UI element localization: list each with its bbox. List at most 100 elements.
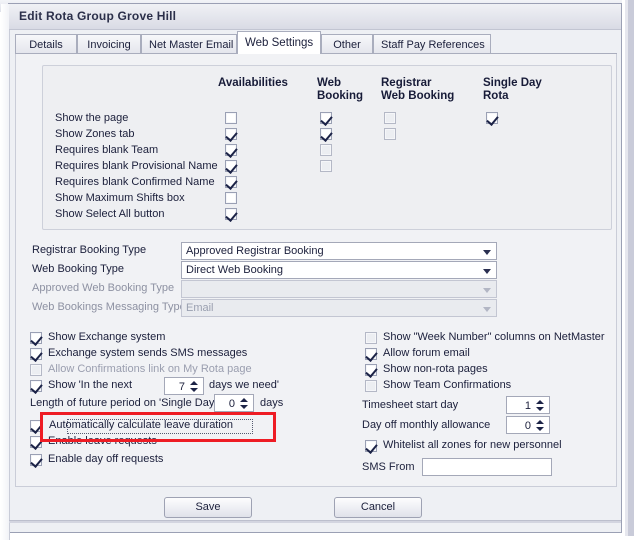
checkbox-enable-day-off-requests[interactable]: [30, 454, 42, 466]
grid-row-label-show-the-page: Show the page: [55, 112, 129, 124]
combo-web-bookings-messaging-type-value: Email: [186, 302, 214, 314]
spinner-day-off-monthly-allowance-value: 0: [524, 420, 531, 432]
spinner-in-the-next-days-value: 7: [178, 381, 185, 393]
save-button[interactable]: Save: [164, 497, 252, 518]
combo-registrar-booking-type[interactable]: Approved Registrar Booking: [181, 242, 497, 260]
spinner-down-icon[interactable]: [190, 388, 198, 392]
tab-other[interactable]: Other: [321, 34, 373, 54]
chevron-down-icon: [483, 307, 491, 312]
combo-web-booking-type-value: Direct Web Booking: [186, 264, 284, 276]
chevron-down-icon: [483, 250, 491, 255]
checkbox-show-team-confirmations[interactable]: [365, 380, 377, 392]
chevron-down-icon: [483, 288, 491, 293]
label-exchange-system-sends-sms-messages: Exchange system sends SMS messages: [48, 347, 248, 359]
spinner-in-the-next-days[interactable]: 7: [164, 377, 204, 395]
input-sms-from[interactable]: [422, 458, 552, 476]
checkbox-allow-forum-email[interactable]: [365, 348, 377, 360]
tab-strip: Details Invoicing Net Master Email Web S…: [15, 31, 617, 54]
checkbox-allow-confirmations-link[interactable]: [30, 364, 42, 376]
combo-web-bookings-messaging-type: Email: [181, 299, 497, 317]
chevron-down-icon: [483, 269, 491, 274]
spinner-future-period-days[interactable]: 0: [214, 394, 254, 412]
spinner-down-icon[interactable]: [536, 407, 544, 411]
label-timesheet-start-day: Timesheet start day: [362, 399, 459, 411]
combo-approved-web-booking-type: [181, 280, 497, 298]
checkbox-web-booking-requires-blank-team[interactable]: [320, 144, 332, 156]
tab-details[interactable]: Details: [15, 34, 77, 54]
tab-web-settings[interactable]: Web Settings: [237, 31, 321, 54]
column-header-availabilities: Availabilities: [218, 77, 288, 89]
label-enable-leave-requests: Enable leave requests: [48, 435, 157, 447]
label-show-team-confirmations: Show Team Confirmations: [383, 379, 512, 391]
label-length-of-future-period-suffix: days: [260, 397, 284, 409]
checkbox-show-in-the-next[interactable]: [30, 380, 42, 392]
dialog-title: Edit Rota Group Grove Hill: [19, 9, 177, 23]
checkbox-enable-leave-requests[interactable]: [30, 436, 42, 448]
spinner-day-off-monthly-allowance[interactable]: 0: [506, 416, 550, 434]
checkbox-web-booking-show-the-page[interactable]: [320, 112, 332, 124]
label-show-non-rota-pages: Show non-rota pages: [383, 363, 488, 375]
background-window-right-edge: [622, 0, 634, 536]
checkbox-availabilities-requires-blank-provisional-name[interactable]: [225, 160, 237, 172]
checkbox-whitelist-all-zones[interactable]: [365, 440, 377, 452]
combo-web-booking-type[interactable]: Direct Web Booking: [181, 261, 497, 279]
checkbox-availabilities-show-select-all-button[interactable]: [225, 208, 237, 220]
label-web-booking-type: Web Booking Type: [32, 263, 124, 275]
checkbox-availabilities-requires-blank-team[interactable]: [225, 144, 237, 156]
label-length-of-future-period-prefix: Length of future period on 'Single Day: [30, 397, 215, 409]
checkbox-registrar-web-booking-show-zones-tab[interactable]: [384, 128, 396, 140]
spinner-up-icon[interactable]: [536, 420, 544, 424]
label-show-exchange-system: Show Exchange system: [48, 331, 166, 343]
checkbox-automatically-calculate-leave-duration[interactable]: [30, 420, 42, 432]
dialog-footer: Save Cancel: [9, 487, 621, 533]
checkbox-web-booking-show-zones-tab[interactable]: [320, 128, 332, 140]
label-allow-forum-email: Allow forum email: [383, 347, 470, 359]
checkbox-availabilities-show-the-page[interactable]: [225, 112, 237, 124]
label-web-bookings-messaging-type: Web Bookings Messaging Type: [32, 301, 186, 313]
spinner-up-icon[interactable]: [536, 400, 544, 404]
spinner-future-period-days-value: 0: [228, 398, 235, 410]
checkbox-availabilities-show-zones-tab[interactable]: [225, 128, 237, 140]
label-sms-from: SMS From: [362, 461, 415, 473]
tab-staff-pay-references[interactable]: Staff Pay References: [373, 34, 491, 54]
focus-outline: [67, 419, 253, 434]
cancel-button[interactable]: Cancel: [334, 497, 422, 518]
spinner-down-icon[interactable]: [536, 427, 544, 431]
spinner-timesheet-start-day[interactable]: 1: [506, 396, 550, 414]
label-registrar-booking-type: Registrar Booking Type: [32, 244, 147, 256]
label-show-week-number-columns: Show "Week Number" columns on NetMaster: [383, 331, 605, 343]
label-approved-web-booking-type: Approved Web Booking Type: [32, 282, 175, 294]
column-header-web-booking: Web Booking: [317, 77, 363, 102]
tab-invoicing[interactable]: Invoicing: [77, 34, 141, 54]
checkbox-single-day-rota-show-the-page[interactable]: [486, 112, 498, 124]
column-header-single-day-rota: Single Day Rota: [483, 77, 542, 102]
checkbox-show-exchange-system[interactable]: [30, 332, 42, 344]
label-enable-day-off-requests: Enable day off requests: [48, 453, 164, 465]
page-visibility-grid: Availabilities Web Booking Registrar Web…: [42, 65, 612, 230]
footer-divider: [9, 520, 621, 523]
label-allow-confirmations-link: Allow Confirmations link on My Rota page: [48, 363, 252, 375]
label-show-in-the-next-suffix: days we need': [209, 379, 279, 391]
checkbox-registrar-web-booking-show-the-page[interactable]: [384, 112, 396, 124]
dialog-titlebar: Edit Rota Group Grove Hill: [9, 4, 621, 30]
tab-net-master-email[interactable]: Net Master Email: [141, 34, 237, 54]
checkbox-exchange-system-sends-sms-messages[interactable]: [30, 348, 42, 360]
web-settings-pane: Availabilities Web Booking Registrar Web…: [15, 54, 617, 487]
checkbox-availabilities-requires-blank-confirmed-name[interactable]: [225, 176, 237, 188]
grid-row-label-requires-blank-provisional-name: Requires blank Provisional Name: [55, 160, 218, 172]
spinner-up-icon[interactable]: [190, 381, 198, 385]
grid-row-label-requires-blank-confirmed-name: Requires blank Confirmed Name: [55, 176, 215, 188]
checkbox-web-booking-requires-blank-provisional-name[interactable]: [320, 160, 332, 172]
spinner-timesheet-start-day-value: 1: [524, 400, 531, 412]
checkbox-show-week-number-columns[interactable]: [365, 332, 377, 344]
spinner-down-icon[interactable]: [240, 405, 248, 409]
combo-registrar-booking-type-value: Approved Registrar Booking: [186, 245, 324, 257]
window-left-edge: [1, 4, 10, 540]
spinner-up-icon[interactable]: [240, 398, 248, 402]
grid-row-label-show-zones-tab: Show Zones tab: [55, 128, 135, 140]
grid-row-label-requires-blank-team: Requires blank Team: [55, 144, 159, 156]
grid-row-label-show-maximum-shifts-box: Show Maximum Shifts box: [55, 192, 185, 204]
label-whitelist-all-zones: Whitelist all zones for new personnel: [383, 439, 562, 451]
checkbox-availabilities-show-maximum-shifts-box[interactable]: [225, 192, 237, 204]
checkbox-show-non-rota-pages[interactable]: [365, 364, 377, 376]
